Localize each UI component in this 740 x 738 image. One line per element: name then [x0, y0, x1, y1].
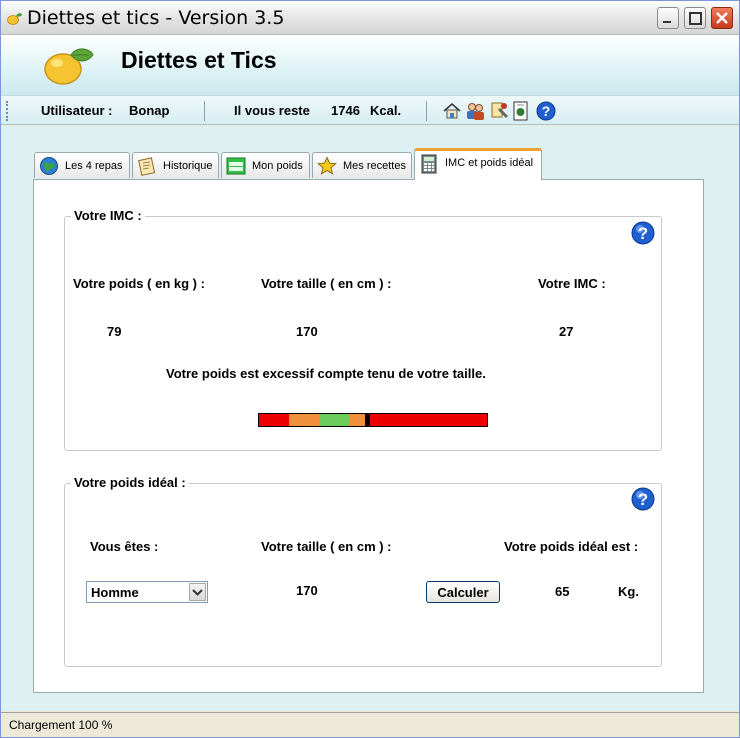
remaining-kcal-unit: Kcal.: [370, 103, 402, 118]
toolbar-separator: [204, 101, 205, 121]
chevron-down-icon: [192, 589, 203, 596]
sex-select-value: Homme: [91, 585, 139, 600]
users-icon[interactable]: [465, 101, 485, 121]
minimize-icon: [663, 21, 671, 23]
ideal-height-label: Votre taille ( en cm ) :: [261, 539, 392, 554]
sex-select[interactable]: Homme: [86, 581, 208, 603]
ideal-result-label: Votre poids idéal est :: [504, 539, 639, 554]
gauge-segment-normal: [319, 414, 349, 426]
globe-icon: [40, 157, 58, 175]
title-bar[interactable]: Diettes et tics - Version 3.5: [1, 1, 739, 35]
minimize-button[interactable]: [657, 7, 679, 29]
toolbar-separator: [426, 101, 427, 121]
main-content: Les 4 repas Historique Mon poids Mes rec…: [1, 126, 739, 711]
imc-group: Votre IMC : ? Votre poids ( en kg ) : Vo…: [64, 208, 662, 451]
toolbar: Utilisateur : Bonap Il vous reste 1746 K…: [1, 95, 739, 125]
imc-message: Votre poids est excessif compte tenu de …: [166, 366, 486, 381]
maximize-icon: [689, 12, 702, 25]
gauge-segment-obese: [370, 414, 487, 426]
ideal-weight-unit: Kg.: [618, 584, 639, 599]
height-label: Votre taille ( en cm ) :: [261, 276, 392, 291]
dropdown-button[interactable]: [189, 583, 206, 601]
imc-label: Votre IMC :: [538, 276, 606, 291]
imc-value: 27: [559, 324, 574, 339]
help-icon[interactable]: ?: [536, 101, 556, 121]
sex-label: Vous êtes :: [90, 539, 159, 554]
tab-label: Mon poids: [252, 160, 303, 172]
tab-mes-recettes[interactable]: Mes recettes: [312, 152, 412, 178]
notepad-icon: [138, 157, 156, 176]
help-icon[interactable]: ?: [631, 221, 655, 245]
window-title: Diettes et tics - Version 3.5: [27, 7, 285, 29]
tab-imc-poids-ideal[interactable]: IMC et poids idéal: [414, 148, 542, 180]
help-icon[interactable]: ?: [631, 487, 655, 511]
app-window: Diettes et tics - Version 3.5 Diettes et…: [0, 0, 740, 738]
weight-value: 79: [107, 324, 122, 339]
maximize-button[interactable]: [684, 7, 706, 29]
weight-icon: [226, 157, 246, 175]
close-icon: [716, 12, 728, 24]
tab-label: Historique: [163, 160, 213, 172]
height-value: 170: [296, 324, 318, 339]
imc-gauge-bar: [258, 413, 488, 427]
tab-les-4-repas[interactable]: Les 4 repas: [34, 152, 130, 178]
tools-icon[interactable]: [489, 101, 509, 121]
ideal-weight-group-title: Votre poids idéal :: [71, 475, 189, 490]
status-text: Chargement 100 %: [9, 718, 113, 732]
svg-text:?: ?: [638, 490, 648, 509]
calculate-button[interactable]: Calculer: [426, 581, 500, 603]
app-name: Diettes et Tics: [121, 47, 277, 73]
ideal-weight-value: 65: [555, 584, 570, 599]
document-icon[interactable]: [511, 101, 531, 121]
gauge-segment-overweight: [349, 414, 365, 426]
svg-text:?: ?: [542, 103, 551, 119]
star-icon: [317, 156, 337, 175]
app-header: Diettes et Tics: [1, 35, 739, 95]
user-name: Bonap: [129, 103, 170, 118]
remaining-kcal-value: 1746: [331, 103, 360, 118]
tab-mon-poids[interactable]: Mon poids: [221, 152, 310, 178]
calculator-icon: [421, 154, 437, 174]
tab-label: Les 4 repas: [65, 160, 123, 172]
gauge-segment-low: [289, 414, 319, 426]
lemon-icon: [7, 13, 22, 25]
tab-historique[interactable]: Historique: [132, 152, 219, 178]
close-button[interactable]: [711, 7, 733, 29]
svg-text:?: ?: [638, 224, 648, 243]
imc-group-title: Votre IMC :: [71, 208, 145, 223]
ideal-height-value: 170: [296, 583, 318, 598]
toolbar-grip[interactable]: [6, 101, 9, 121]
lemon-logo-icon: [44, 48, 94, 85]
user-label: Utilisateur :: [41, 103, 113, 118]
ideal-weight-group: Votre poids idéal : ? Vous êtes : Votre …: [64, 475, 662, 667]
tab-label: IMC et poids idéal: [445, 157, 534, 169]
home-icon[interactable]: [442, 101, 462, 121]
gauge-segment-underweight: [259, 414, 289, 426]
tab-panel-imc: Votre IMC : ? Votre poids ( en kg ) : Vo…: [33, 179, 704, 693]
tab-label: Mes recettes: [343, 160, 406, 172]
status-bar: Chargement 100 %: [1, 712, 739, 737]
remaining-label: Il vous reste: [234, 103, 310, 118]
weight-label: Votre poids ( en kg ) :: [73, 276, 205, 291]
